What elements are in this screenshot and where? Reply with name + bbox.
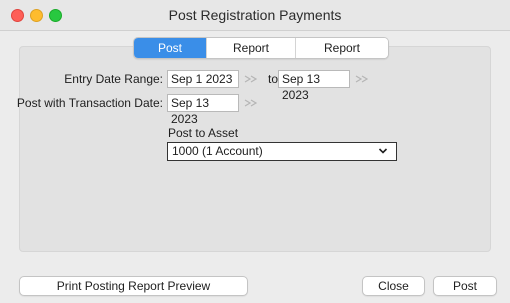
- entry-date-to-field[interactable]: Sep 13 2023: [278, 70, 350, 102]
- close-button[interactable]: Close: [362, 276, 425, 296]
- tab-report-options[interactable]: Report Options: [295, 38, 388, 58]
- entry-date-from-field[interactable]: Sep 1 2023: [167, 70, 239, 88]
- calendar-icon[interactable]: [244, 74, 258, 84]
- post-to-asset-label: Post to Asset: [168, 126, 239, 140]
- post-registration-payments-window: Post Registration Payments Post Options …: [0, 0, 510, 303]
- window-title: Post Registration Payments: [168, 7, 342, 23]
- chevron-down-icon: [378, 148, 388, 154]
- tab-post-options[interactable]: Post Options: [134, 38, 206, 58]
- tab-bar: Post Options Report Preview Report Optio…: [133, 37, 389, 59]
- title-bar[interactable]: Post Registration Payments: [0, 0, 510, 31]
- to-label: to: [268, 72, 279, 86]
- tab-report-preview[interactable]: Report Preview: [206, 38, 295, 58]
- post-to-asset-select[interactable]: 1000 (1 Account): [167, 142, 397, 161]
- print-posting-report-preview-button[interactable]: Print Posting Report Preview: [19, 276, 248, 296]
- asset-selected-value: 1000 (1 Account): [172, 144, 263, 158]
- calendar-icon[interactable]: [355, 74, 369, 84]
- entry-date-range-label: Entry Date Range:: [64, 72, 163, 86]
- calendar-icon[interactable]: [244, 98, 258, 108]
- post-button[interactable]: Post: [433, 276, 497, 296]
- post-transaction-date-label: Post with Transaction Date:: [16, 96, 163, 110]
- post-transaction-date-field[interactable]: Sep 13 2023: [167, 94, 239, 126]
